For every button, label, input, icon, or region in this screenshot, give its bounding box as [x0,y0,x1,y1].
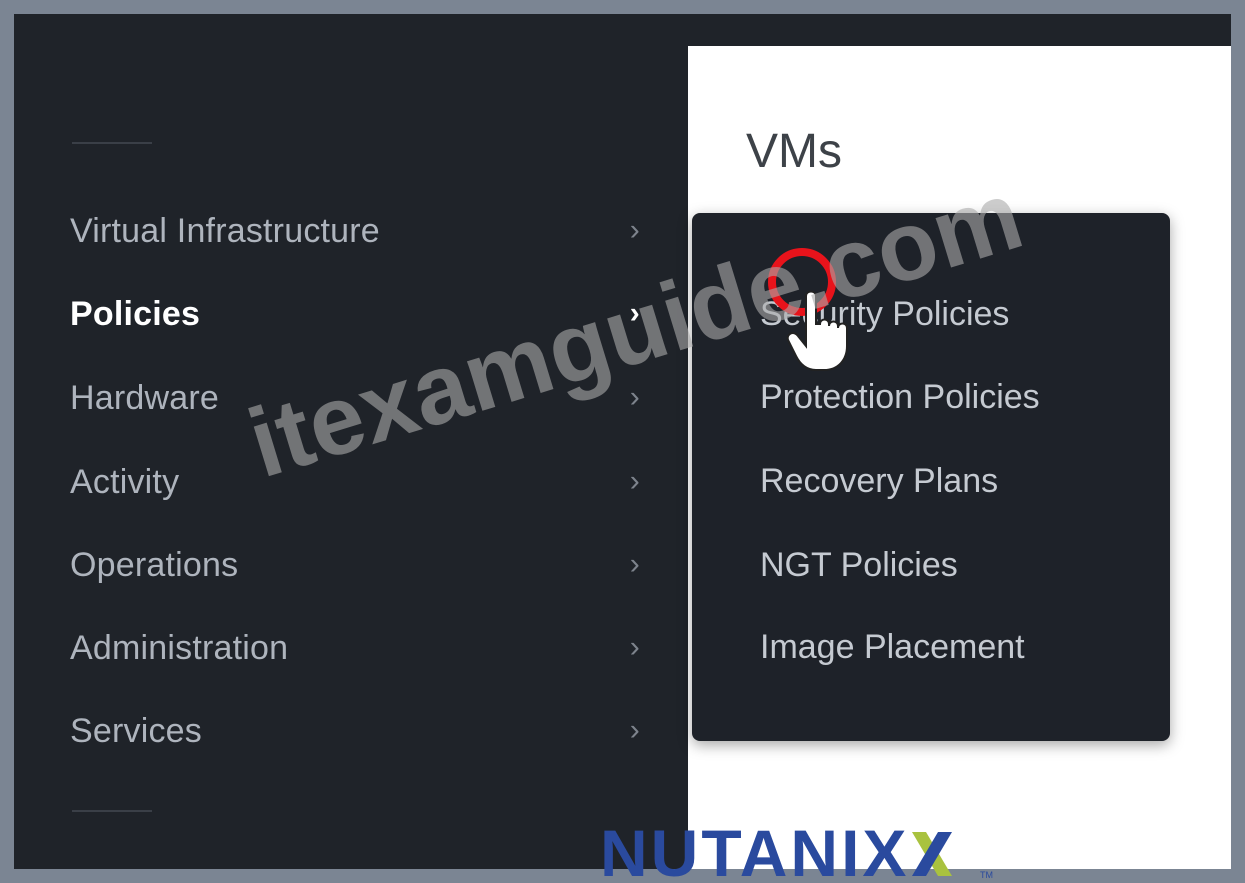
chevron-right-icon: › [629,296,640,330]
sidebar-item-label: Operations [70,545,239,584]
sidebar-item-label: Services [70,711,202,750]
nutanix-logo: NUTANIX TM [600,820,993,880]
logo-wordmark: NUTANIX [600,820,909,880]
submenu-item-recovery-plans[interactable]: Recovery Plans [760,458,998,504]
chevron-right-icon: › [629,547,640,581]
sidebar-divider-top [72,142,152,144]
chevron-right-icon: › [629,464,640,498]
page-title: VMs [746,125,842,178]
submenu-item-protection-policies[interactable]: Protection Policies [760,374,1040,420]
submenu-item-ngt-policies[interactable]: NGT Policies [760,542,958,588]
sidebar-item-activity[interactable]: Activity › [70,457,640,507]
app-frame: Virtual Infrastructure › Policies › Hard… [14,14,1231,869]
sidebar-item-label: Virtual Infrastructure [70,211,380,250]
logo-trademark: TM [980,870,993,880]
chevron-right-icon: › [629,630,640,664]
hand-pointer-icon [786,290,848,371]
sidebar-item-hardware[interactable]: Hardware › [70,373,640,423]
sidebar-item-policies[interactable]: Policies › [70,289,640,339]
chevron-right-icon: › [629,213,640,247]
submenu-item-image-placement[interactable]: Image Placement [760,624,1025,670]
chevron-right-icon: › [629,380,640,414]
sidebar-item-services[interactable]: Services › [70,706,640,756]
sidebar-item-administration[interactable]: Administration › [70,623,640,673]
sidebar-item-virtual-infrastructure[interactable]: Virtual Infrastructure › [70,206,640,256]
sidebar-divider-bottom [72,810,152,812]
sidebar-item-label: Hardware [70,378,219,417]
sidebar-item-operations[interactable]: Operations › [70,540,640,590]
sidebar-item-label: Policies [70,294,201,333]
chevron-right-icon: › [629,713,640,747]
sidebar-item-label: Activity [70,462,180,501]
sidebar-item-label: Administration [70,628,289,667]
policies-submenu: Security Policies Protection Policies Re… [692,213,1170,741]
